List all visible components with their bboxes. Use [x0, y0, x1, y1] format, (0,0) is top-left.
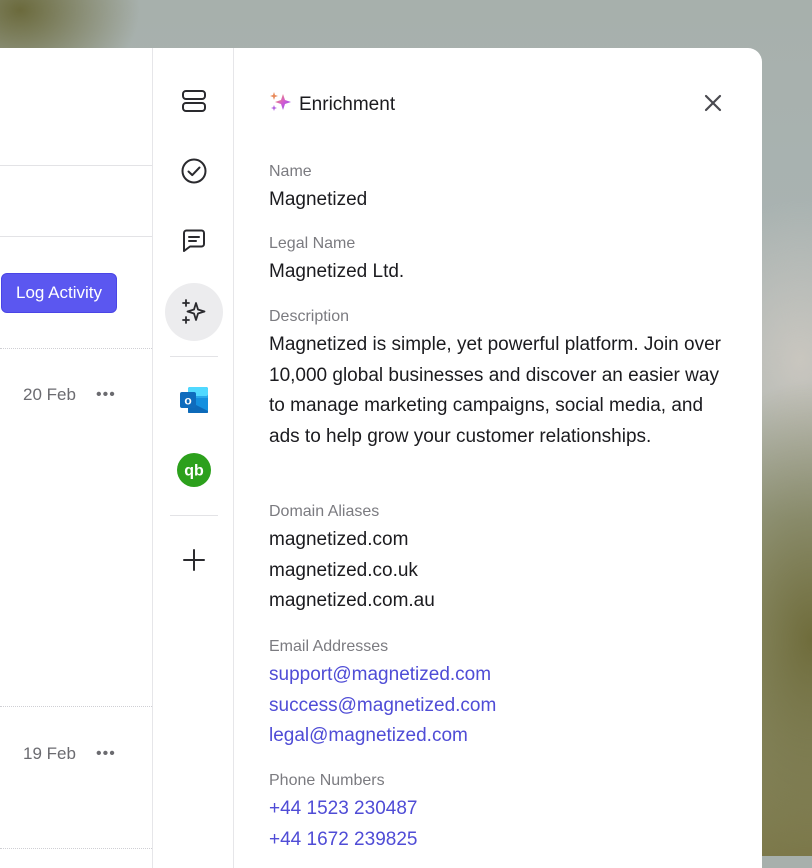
description-field: Description Magnetized is simple, yet po… [269, 307, 721, 452]
field-label: Description [269, 308, 350, 325]
email-link[interactable]: success@magnetized.com [269, 691, 729, 722]
field-value: Magnetized [269, 189, 368, 210]
field-value: Magnetized Ltd. [269, 261, 405, 282]
phone-link[interactable]: +44 1523 230487 [269, 794, 729, 825]
rail-divider [170, 356, 218, 357]
description-text: Magnetized is simple, yet powerful platf… [269, 334, 721, 447]
close-icon[interactable] [702, 92, 724, 114]
phone-link[interactable]: +44 1672 239825 [269, 825, 729, 856]
enrichment-panel: Enrichment Name Magnetized Legal Name Ma… [234, 48, 762, 868]
check-circle-icon[interactable] [165, 142, 223, 200]
divider [0, 706, 152, 707]
field-label: Email Addresses [269, 638, 389, 655]
quickbooks-icon[interactable]: qb [165, 441, 223, 499]
domain-alias: magnetized.com [269, 529, 409, 550]
field-label: Legal Name [269, 235, 356, 252]
side-rail: o qb [152, 48, 234, 868]
name-field: Name Magnetized [269, 162, 729, 216]
more-options-icon[interactable]: ••• [96, 386, 116, 404]
svg-text:qb: qb [184, 463, 204, 480]
email-addresses-field: Email Addresses support@magnetized.com s… [269, 637, 729, 752]
comment-icon[interactable] [165, 212, 223, 270]
divider [0, 236, 152, 237]
svg-text:o: o [184, 394, 191, 408]
rail-divider [170, 515, 218, 516]
domain-alias: magnetized.com.au [269, 590, 435, 611]
divider [0, 165, 152, 166]
panel-title: Enrichment [299, 93, 396, 115]
panel-header: Enrichment [269, 90, 395, 119]
more-options-icon[interactable]: ••• [96, 745, 116, 763]
domain-aliases-field: Domain Aliases magnetized.com magnetized… [269, 502, 729, 617]
phone-numbers-field: Phone Numbers +44 1523 230487 +44 1672 2… [269, 771, 729, 855]
field-label: Phone Numbers [269, 772, 385, 789]
domain-alias: magnetized.co.uk [269, 559, 418, 581]
field-label: Name [269, 163, 312, 180]
plus-icon[interactable] [165, 531, 223, 589]
layout-icon[interactable] [165, 72, 223, 130]
row-date: 19 Feb [23, 744, 76, 763]
sparkle-icon[interactable] [165, 283, 223, 341]
sparkle-icon [269, 90, 293, 119]
email-link[interactable]: support@magnetized.com [269, 660, 729, 691]
legal-name-field: Legal Name Magnetized Ltd. [269, 234, 729, 288]
divider [0, 848, 152, 849]
field-label: Domain Aliases [269, 503, 380, 520]
activity-list: Log Activity 20 Feb ••• 19 Feb ••• [0, 48, 152, 868]
outlook-icon[interactable]: o [165, 371, 223, 429]
row-date: 20 Feb [23, 385, 76, 404]
divider [0, 348, 152, 349]
app-card: Log Activity 20 Feb ••• 19 Feb ••• o qb … [0, 48, 762, 868]
log-activity-button[interactable]: Log Activity [1, 273, 117, 313]
email-link[interactable]: legal@magnetized.com [269, 721, 729, 752]
